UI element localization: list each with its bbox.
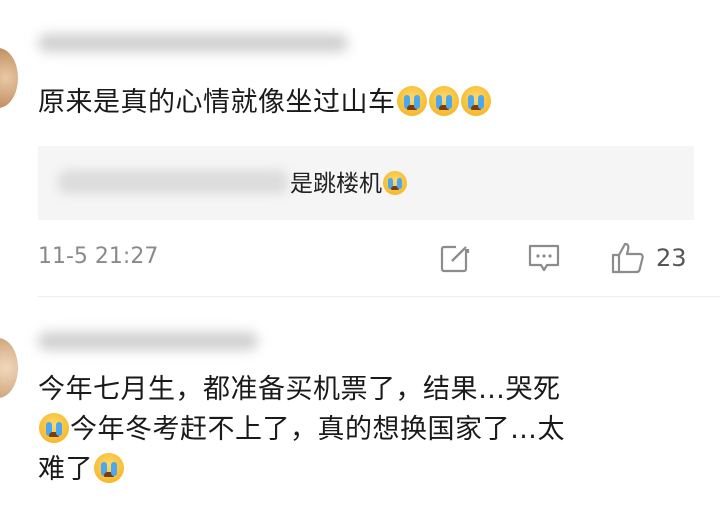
username-redacted[interactable] <box>38 22 368 62</box>
crying-emoji <box>428 86 459 116</box>
reply-button[interactable] <box>527 240 561 276</box>
comment-line-3-row: 难了 <box>38 450 688 490</box>
quoted-reply[interactable]: 是跳楼机 <box>38 146 694 220</box>
comment-line-1: 今年七月生，都准备买机票了，结果…哭死 <box>38 374 561 405</box>
share-button[interactable] <box>438 240 472 276</box>
like-count: 23 <box>656 244 687 272</box>
comment-text: 原来是真的心情就像坐过山车 <box>38 83 492 123</box>
comment-divider <box>38 296 720 297</box>
crying-emoji <box>94 453 124 483</box>
like-icon <box>611 242 644 274</box>
crying-emoji <box>460 86 491 116</box>
comment-item: 今年七月生，都准备买机票了，结果…哭死 今年冬考赶不上了，真的想换国家了…太 难… <box>0 300 720 531</box>
comment-body: 原来是真的心情就像坐过山车 <box>38 87 396 118</box>
comment-line-2: 今年冬考赶不上了，真的想换国家了…太 <box>70 414 565 445</box>
redacted-quote-author <box>58 170 288 194</box>
share-icon <box>440 243 470 273</box>
crying-emoji <box>383 171 407 195</box>
quote-visible-text: 是跳楼机 <box>290 171 382 197</box>
comment-text: 今年七月生，都准备买机票了，结果…哭死 今年冬考赶不上了，真的想换国家了…太 难… <box>38 370 688 490</box>
comment-line-3: 难了 <box>38 454 93 485</box>
quote-text: 是跳楼机 <box>290 164 408 198</box>
username-redacted[interactable] <box>38 320 268 360</box>
comment-line-2-row: 今年冬考赶不上了，真的想换国家了…太 <box>38 410 688 450</box>
timestamp: 11-5 21:27 <box>38 244 159 269</box>
avatar[interactable] <box>0 48 18 108</box>
comment-footer: 11-5 21:27 23 <box>0 240 720 280</box>
comment-item: 原来是真的心情就像坐过山车 是跳楼机 11-5 21:27 23 <box>0 0 720 296</box>
reply-icon <box>528 244 560 272</box>
crying-emoji <box>39 413 69 443</box>
avatar[interactable] <box>0 338 18 398</box>
crying-emoji <box>396 86 427 116</box>
like-button[interactable]: 23 <box>610 240 687 276</box>
